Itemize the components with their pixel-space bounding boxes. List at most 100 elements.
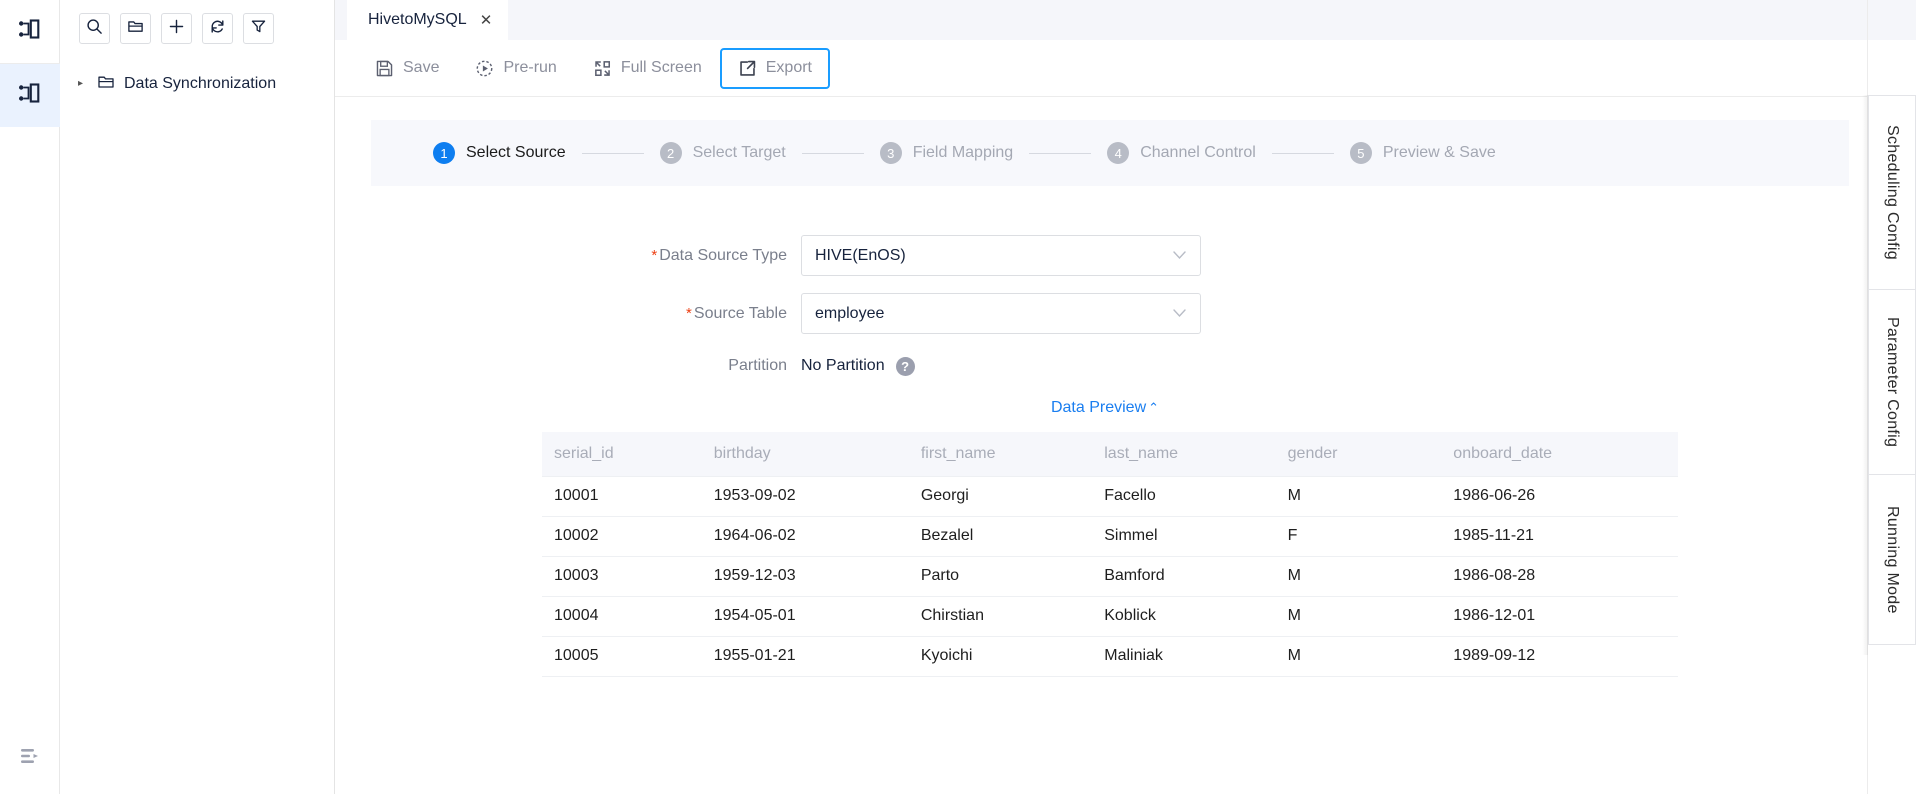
step-label: Preview & Save — [1382, 144, 1496, 161]
cell-gender: M — [1275, 596, 1442, 637]
step-connector — [1271, 152, 1334, 154]
cell-birthday: 1954-05-01 — [701, 596, 909, 637]
data-preview-toggle-wrap: Data Preview ⌃ — [371, 399, 1849, 417]
collapse-panel-icon — [19, 745, 41, 772]
folder-icon — [127, 18, 144, 40]
save-label: Save — [403, 59, 440, 76]
tree-node-label: Data Synchronization — [124, 75, 277, 92]
source-table-select[interactable]: employee — [801, 293, 1201, 334]
column-header-last-name: last_name — [1092, 432, 1276, 476]
search-button[interactable] — [79, 13, 110, 44]
close-icon[interactable]: ✕ — [480, 13, 493, 28]
export-button[interactable]: Export — [719, 47, 830, 89]
field-row-partition: Partition No Partition ? — [371, 351, 1849, 381]
cell-serial-id: 10001 — [542, 475, 702, 517]
step-select-target[interactable]: 2 Select Target — [659, 142, 786, 164]
editor-tab-strip: HivetoMySQL ✕ — [335, 0, 1916, 40]
cell-first-name: Bezalel — [908, 516, 1093, 557]
cell-serial-id: 10005 — [542, 636, 702, 677]
source-table-value: employee — [815, 304, 885, 322]
tab-parameter-config[interactable]: Parameter Config — [1868, 290, 1916, 475]
step-content: 1 Select Source 2 Select Target 3 Field … — [335, 97, 1916, 794]
filter-button[interactable] — [243, 13, 274, 44]
step-channel-control[interactable]: 4 Channel Control — [1107, 142, 1256, 164]
folder-icon — [97, 73, 115, 96]
data-preview-label: Data Preview — [1050, 399, 1147, 416]
data-source-type-label: * Data Source Type — [371, 247, 801, 265]
data-source-type-control: HIVE(EnOS) — [801, 235, 1201, 276]
step-connector — [801, 152, 864, 154]
cell-serial-id: 10003 — [542, 556, 702, 597]
cell-birthday: 1959-12-03 — [701, 556, 909, 597]
cell-first-name: Parto — [908, 556, 1093, 597]
label-text: Partition — [728, 357, 787, 374]
tab-hivetomysql[interactable]: HivetoMySQL ✕ — [347, 0, 509, 40]
cell-last-name: Simmel — [1092, 516, 1276, 557]
table-row: 10003 1959-12-03 Parto Bamford M 1986-08… — [542, 556, 1678, 597]
workflow-icon-active — [18, 81, 42, 110]
chevron-down-icon[interactable] — [1173, 306, 1186, 321]
rail-item-workflow-top[interactable] — [0, 0, 60, 63]
data-source-type-value: HIVE(EnOS) — [815, 246, 906, 264]
cell-birthday: 1964-06-02 — [701, 516, 909, 557]
field-row-data-source-type: * Data Source Type HIVE(EnOS) — [371, 235, 1849, 276]
step-field-mapping[interactable]: 3 Field Mapping — [879, 142, 1013, 164]
save-icon — [375, 59, 394, 78]
rail-item-workflow-active[interactable] — [0, 64, 60, 127]
navigation-tree-panel: ▸ Data Synchronization — [60, 0, 335, 794]
chevron-down-icon[interactable] — [1173, 248, 1186, 263]
export-label: Export — [765, 59, 812, 76]
sidebar-item-data-synchronization[interactable]: ▸ Data Synchronization — [60, 67, 334, 101]
new-folder-button[interactable] — [120, 13, 151, 44]
cell-last-name: Maliniak — [1092, 636, 1276, 677]
tab-running-mode[interactable]: Running Mode — [1868, 475, 1916, 645]
cell-onboard-date: 1986-12-01 — [1441, 596, 1678, 637]
table-row: 10001 1953-09-02 Georgi Facello M 1986-0… — [542, 475, 1678, 517]
help-icon[interactable]: ? — [895, 356, 915, 376]
step-label: Select Source — [466, 144, 566, 161]
chevron-up-icon: ⌃ — [1148, 400, 1160, 415]
step-number: 1 — [433, 142, 455, 164]
full-screen-button[interactable]: Full Screen — [575, 48, 720, 89]
step-number: 2 — [659, 142, 682, 164]
data-preview-table: serial_id birthday first_name last_name … — [542, 432, 1678, 677]
source-form: * Data Source Type HIVE(EnOS) * Source T… — [371, 186, 1849, 381]
left-icon-rail — [0, 0, 60, 794]
tree-body: ▸ Data Synchronization — [60, 57, 334, 101]
action-toolbar: Save Pre-run Full Screen Export — [335, 40, 1916, 97]
data-source-type-select[interactable]: HIVE(EnOS) — [801, 235, 1201, 276]
data-preview-toggle[interactable]: Data Preview ⌃ — [1051, 399, 1159, 417]
cell-gender: F — [1275, 516, 1442, 557]
plus-icon — [168, 18, 185, 40]
cell-last-name: Koblick — [1092, 596, 1276, 637]
partition-control: No Partition ? — [801, 351, 1201, 381]
refresh-button[interactable] — [202, 13, 233, 44]
column-header-serial-id: serial_id — [542, 432, 702, 476]
cell-gender: M — [1275, 636, 1442, 677]
step-number: 4 — [1107, 142, 1130, 164]
step-label: Select Target — [692, 144, 786, 161]
workflow-icon — [18, 17, 42, 46]
tab-scheduling-config[interactable]: Scheduling Config — [1868, 95, 1916, 290]
column-header-onboard-date: onboard_date — [1441, 432, 1678, 476]
add-button[interactable] — [161, 13, 192, 44]
content-inner: 1 Select Source 2 Select Target 3 Field … — [335, 97, 1885, 677]
partition-value: No Partition — [801, 357, 885, 374]
collapse-sidebar-button[interactable] — [0, 736, 60, 780]
table-header-row: serial_id birthday first_name last_name … — [542, 432, 1678, 476]
step-connector — [1029, 152, 1092, 154]
refresh-icon — [209, 18, 226, 40]
cell-serial-id: 10002 — [542, 516, 702, 557]
pre-run-button[interactable]: Pre-run — [457, 48, 574, 89]
table-row: 10005 1955-01-21 Kyoichi Maliniak M 1989… — [542, 636, 1678, 677]
step-select-source[interactable]: 1 Select Source — [433, 142, 566, 164]
required-asterisk: * — [651, 246, 658, 264]
source-table-control: employee — [801, 293, 1201, 334]
chevron-right-icon[interactable]: ▸ — [78, 79, 88, 89]
cell-birthday: 1955-01-21 — [701, 636, 909, 677]
export-icon — [738, 59, 757, 78]
app-root: ▸ Data Synchronization HivetoMySQL ✕ Sav… — [0, 0, 1916, 794]
required-asterisk: * — [686, 304, 692, 322]
step-preview-save[interactable]: 5 Preview & Save — [1349, 142, 1496, 164]
save-button[interactable]: Save — [357, 48, 457, 89]
